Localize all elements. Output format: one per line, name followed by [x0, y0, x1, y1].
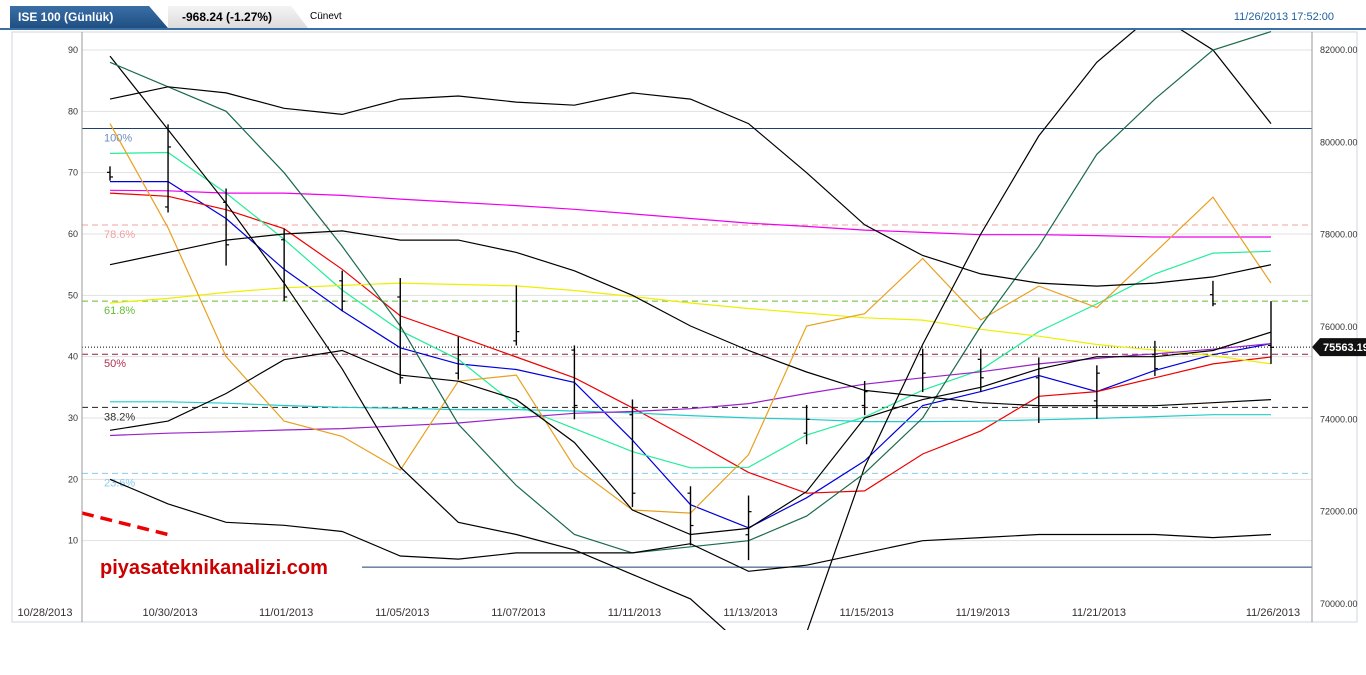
- x-tick-label: 10/28/2013: [17, 607, 72, 619]
- y-left-tick-label: 10: [68, 536, 78, 546]
- y-left-tick-label: 20: [68, 474, 78, 484]
- symbol-tab[interactable]: ISE 100 (Günlük): [10, 6, 168, 28]
- x-tick-label: 10/30/2013: [143, 607, 198, 619]
- price-bars: [107, 124, 1274, 561]
- watermark-text: piyasateknikanalizi.com: [100, 557, 328, 579]
- series-line: [109, 123, 1272, 514]
- y-left-tick-label: 50: [68, 290, 78, 300]
- x-tick-label: 11/05/2013: [375, 607, 429, 619]
- y-left-tick-label: 90: [68, 45, 78, 55]
- x-tick-label: 11/11/2013: [608, 607, 661, 619]
- timestamp: 11/26/2013 17:52:00: [1233, 11, 1334, 23]
- fibonacci-levels: 100%78.6%61.8%50%38.2%23.6%75563.19: [82, 127, 1366, 568]
- y-right-tick-label: 70000.00: [1320, 599, 1358, 609]
- x-tick-label: 11/26/2013: [1246, 607, 1300, 619]
- x-tick-label: 11/01/2013: [259, 607, 313, 619]
- user-name: Cünevt: [310, 11, 342, 22]
- fib-level-label: 38.2%: [104, 411, 135, 423]
- y-left-tick-label: 60: [68, 229, 78, 239]
- chart-frame: [11, 31, 1358, 623]
- axes: 10 20 30 40 50 60 70 80 90 70000.00 72000.00 74000.…: [17, 32, 1358, 622]
- y-left-tick-label: 30: [68, 413, 78, 423]
- y-right-tick-label: 74000.00: [1320, 414, 1358, 424]
- y-left-tick-label: 40: [68, 352, 78, 362]
- y-left-tick-label: 80: [68, 106, 78, 116]
- price-change-tab[interactable]: -968.24 (-1.27%): [168, 6, 308, 28]
- x-tick-label: 11/21/2013: [1072, 607, 1126, 619]
- y-right-tick-label: 82000.00: [1320, 45, 1358, 55]
- y-right-tick-label: 72000.00: [1320, 507, 1358, 517]
- fib-level-label: 78.6%: [104, 229, 135, 241]
- price-chart[interactable]: 100%78.6%61.8%50%38.2%23.6%75563.19 1020…: [0, 30, 1366, 630]
- x-tick-label: 11/13/2013: [723, 607, 777, 619]
- last-price-label: 75563.19: [1323, 342, 1366, 354]
- fib-level-label: 61.8%: [104, 305, 135, 317]
- fib-level-label: 50%: [104, 358, 126, 370]
- y-right-tick-label: 80000.00: [1320, 137, 1358, 147]
- indicator-series: [81, 30, 1272, 630]
- x-tick-label: 11/19/2013: [956, 607, 1010, 619]
- trend-line: [81, 511, 169, 537]
- x-tick-label: 11/15/2013: [840, 607, 894, 619]
- y-right-tick-label: 76000.00: [1320, 322, 1358, 332]
- chart-header: ISE 100 (Günlük) -968.24 (-1.27%) Cünevt…: [0, 0, 1366, 30]
- x-tick-label: 11/07/2013: [491, 607, 545, 619]
- y-left-tick-label: 70: [68, 168, 78, 178]
- grid: [82, 49, 1312, 542]
- y-right-tick-label: 78000.00: [1320, 230, 1358, 240]
